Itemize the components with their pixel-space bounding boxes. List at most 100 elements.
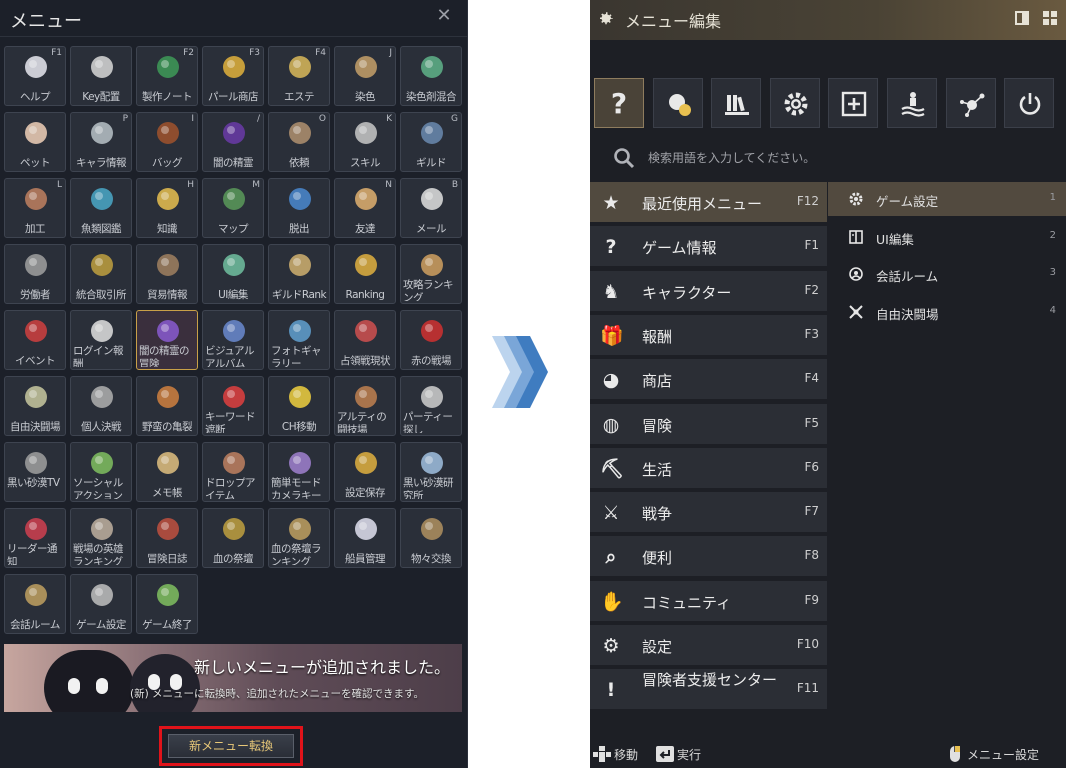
- menu-tile[interactable]: CH移動: [268, 376, 330, 436]
- subitem-row[interactable]: UI編集 2: [828, 220, 1066, 254]
- subitem-label: ゲーム設定: [876, 194, 939, 209]
- menu-tile[interactable]: 赤の戦場: [400, 310, 462, 370]
- menu-tile[interactable]: 占領戦現状: [334, 310, 396, 370]
- menu-tile[interactable]: 統合取引所: [70, 244, 132, 304]
- plus-box-button[interactable]: [828, 78, 879, 128]
- menu-tile[interactable]: ゲーム設定: [70, 574, 132, 634]
- shop-button[interactable]: [652, 78, 703, 128]
- menu-tile[interactable]: 個人決戦: [70, 376, 132, 436]
- category-item[interactable]: ⚙ 設定 F10: [590, 625, 827, 667]
- menu-tile[interactable]: パーティー探し: [400, 376, 462, 436]
- menu-tile[interactable]: 自由決闘場: [4, 376, 66, 436]
- category-item[interactable]: ◍ 冒険 F5: [590, 403, 827, 446]
- network-button[interactable]: [945, 78, 996, 128]
- menu-tile[interactable]: UI編集: [202, 244, 264, 304]
- menu-tile[interactable]: M マップ: [202, 178, 264, 238]
- menu-tile[interactable]: L 加工: [4, 178, 66, 238]
- menu-tile[interactable]: P キャラ情報: [70, 112, 132, 172]
- fish-icon: [91, 188, 113, 210]
- menu-tile[interactable]: ギルドRank: [268, 244, 330, 304]
- category-item[interactable]: ⌕ 便利 F8: [590, 536, 827, 579]
- grid-mode-icon[interactable]: [1042, 10, 1058, 26]
- menu-tile[interactable]: G ギルド: [400, 112, 462, 172]
- menu-tile[interactable]: J 染色: [334, 46, 396, 106]
- ui-edit-icon: [849, 229, 863, 244]
- menu-tile[interactable]: リーダー通知: [4, 508, 66, 568]
- menu-tile[interactable]: 染色剤混合: [400, 46, 462, 106]
- menu-tile[interactable]: H 知識: [136, 178, 198, 238]
- menu-tile[interactable]: F4 エステ: [268, 46, 330, 106]
- category-item[interactable]: ✋ コミュニティ F9: [590, 580, 827, 623]
- menu-tile[interactable]: 会話ルーム: [4, 574, 66, 634]
- menu-tile[interactable]: ソーシャルアクション: [70, 442, 132, 502]
- menu-tile[interactable]: 簡単モードカメラキー: [268, 442, 330, 502]
- menu-tile[interactable]: F2 製作ノート: [136, 46, 198, 106]
- menu-tile[interactable]: キーワード遮断: [202, 376, 264, 436]
- menu-tile[interactable]: 黒い砂漠研究所: [400, 442, 462, 502]
- tile-label: 血の祭壇ランキング: [271, 543, 322, 565]
- menu-tile[interactable]: 労働者: [4, 244, 66, 304]
- menu-tile[interactable]: アルティの闘技場: [334, 376, 396, 436]
- gear-button[interactable]: [769, 78, 820, 128]
- menu-tile[interactable]: 魚類図鑑: [70, 178, 132, 238]
- category-item[interactable]: ⚔ 戦争 F7: [590, 492, 827, 535]
- menu-tile[interactable]: 黒い砂漠TV: [4, 442, 66, 502]
- books-button[interactable]: [711, 78, 762, 128]
- party-icon: [421, 386, 443, 408]
- menu-tile[interactable]: F3 パール商店: [202, 46, 264, 106]
- help-button[interactable]: ?: [594, 78, 644, 128]
- menu-tile[interactable]: 野蛮の亀裂: [136, 376, 198, 436]
- menu-tile[interactable]: / 闇の精霊: [202, 112, 264, 172]
- menu-tile[interactable]: 脱出: [268, 178, 330, 238]
- menu-tile[interactable]: Key配置: [70, 46, 132, 106]
- category-item[interactable]: ★ 最近使用メニュー F12: [590, 182, 827, 224]
- menu-tile[interactable]: 船員管理: [334, 508, 396, 568]
- subitem-row[interactable]: 自由決闘場 4: [828, 295, 1066, 329]
- menu-tile[interactable]: N 友達: [334, 178, 396, 238]
- menu-tile[interactable]: ログイン報酬: [70, 310, 132, 370]
- tile-label: 製作ノート: [142, 91, 193, 103]
- menu-tile[interactable]: 戦場の英雄ランキング: [70, 508, 132, 568]
- menu-tile[interactable]: 血の祭壇: [202, 508, 264, 568]
- power-button[interactable]: [1004, 78, 1055, 128]
- category-item[interactable]: ◕ 商店 F4: [590, 359, 827, 402]
- menu-tile[interactable]: ゲーム終了: [136, 574, 198, 634]
- menu-tile[interactable]: K スキル: [334, 112, 396, 172]
- switch-new-menu-button[interactable]: 新メニュー転換: [168, 734, 294, 758]
- category-item[interactable]: 🎁 報酬 F3: [590, 314, 827, 357]
- menu-tile[interactable]: 攻略ランキング: [400, 244, 462, 304]
- menu-tile[interactable]: F1 ヘルプ: [4, 46, 66, 106]
- menu-tile[interactable]: Ranking: [334, 244, 396, 304]
- subitem-row[interactable]: ゲーム設定 1: [828, 182, 1066, 216]
- escape-button[interactable]: [887, 78, 937, 128]
- menu-tile[interactable]: メモ帳: [136, 442, 198, 502]
- new-menu-banner: 新しいメニューが追加されました。 (新) メニューに転換時、追加されたメニューを…: [4, 644, 462, 712]
- bookmark-star-icon: ★: [602, 192, 620, 214]
- category-label: コミュニティ: [642, 593, 732, 612]
- menu-tile[interactable]: 物々交換: [400, 508, 462, 568]
- category-item[interactable]: ! 冒険者支援センター F11: [590, 669, 827, 712]
- category-item[interactable]: ⛏ 生活 F6: [590, 447, 827, 490]
- menu-tile[interactable]: フォトギャラリー: [268, 310, 330, 370]
- search-input[interactable]: [648, 147, 1028, 169]
- menu-tile[interactable]: 闇の精霊の冒険: [136, 310, 198, 370]
- menu-tile[interactable]: 血の祭壇ランキング: [268, 508, 330, 568]
- menu-tile[interactable]: イベント: [4, 310, 66, 370]
- close-icon[interactable]: ✕: [434, 6, 454, 26]
- shortcut-key: N: [385, 180, 392, 190]
- menu-tile[interactable]: I バッグ: [136, 112, 198, 172]
- menu-tile[interactable]: B メール: [400, 178, 462, 238]
- menu-tile[interactable]: O 依頼: [268, 112, 330, 172]
- window-mode-icon[interactable]: [1014, 10, 1030, 26]
- menu-tile[interactable]: ペット: [4, 112, 66, 172]
- menu-tile[interactable]: ドロップアイテム: [202, 442, 264, 502]
- footer-bar: 移動 実行 メニュー設定: [590, 742, 1066, 768]
- power-icon: [1019, 93, 1041, 115]
- menu-tile[interactable]: 冒険日誌: [136, 508, 198, 568]
- subitem-row[interactable]: 会話ルーム 3: [828, 257, 1066, 291]
- menu-tile[interactable]: ビジュアルアルバム: [202, 310, 264, 370]
- menu-tile[interactable]: 貿易情報: [136, 244, 198, 304]
- menu-tile[interactable]: 設定保存: [334, 442, 396, 502]
- category-item[interactable]: ♞ キャラクター F2: [590, 270, 827, 313]
- category-item[interactable]: ? ゲーム情報 F1: [590, 226, 827, 269]
